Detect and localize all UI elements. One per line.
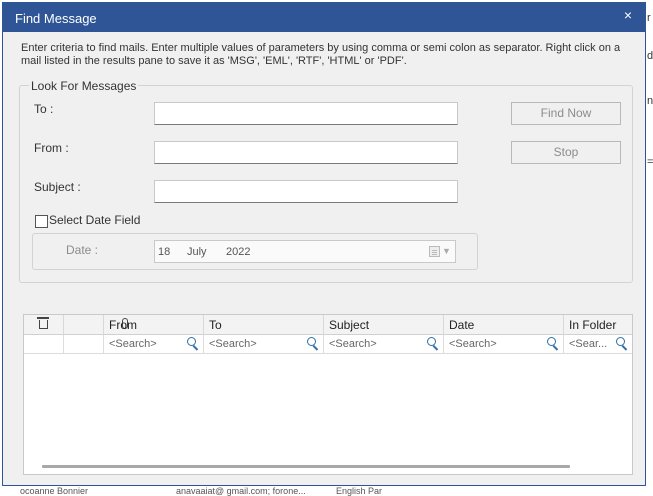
- subject-label: Subject :: [34, 180, 81, 194]
- search-date-input[interactable]: <Search>: [449, 338, 497, 350]
- from-input[interactable]: [154, 141, 458, 164]
- search-cell-empty: [24, 335, 64, 353]
- search-icon[interactable]: [616, 337, 625, 346]
- instructions-text: Enter criteria to find mails. Enter mult…: [21, 42, 621, 67]
- horizontal-scrollbar[interactable]: [42, 465, 570, 468]
- date-label: Date :: [66, 243, 99, 257]
- column-header-to[interactable]: To: [204, 315, 324, 335]
- subject-input[interactable]: [154, 180, 458, 203]
- calendar-icon[interactable]: [429, 246, 440, 257]
- date-day[interactable]: 18: [158, 246, 170, 258]
- trash-icon: [37, 317, 49, 329]
- search-subject-cell[interactable]: <Search>: [324, 335, 444, 353]
- to-label: To :: [34, 102, 54, 116]
- delete-column-header[interactable]: [24, 315, 64, 335]
- search-icon[interactable]: [307, 337, 316, 346]
- search-row: <Search> <Search> <Search> <Search> <Sea…: [24, 335, 632, 354]
- background-list-row: ocoanne Bonnier anavaaiat@ gmail.com; fo…: [0, 486, 653, 496]
- select-date-label[interactable]: Select Date Field: [49, 213, 140, 227]
- chevron-down-icon[interactable]: ▼: [442, 246, 451, 256]
- background-fragment: ocoanne Bonnier: [20, 486, 89, 496]
- background-fragment: d: [647, 50, 653, 62]
- search-subject-input[interactable]: <Search>: [329, 338, 377, 350]
- select-date-checkbox[interactable]: [35, 215, 48, 228]
- search-from-cell[interactable]: <Search>: [104, 335, 204, 353]
- stop-button[interactable]: Stop: [511, 141, 621, 164]
- background-window-edge: r d n =: [646, 0, 653, 486]
- grid-header: From To Subject Date In Folder: [24, 315, 632, 335]
- title-bar[interactable]: Find Message ×: [3, 3, 645, 32]
- find-message-dialog: Find Message × Enter criteria to find ma…: [2, 2, 646, 486]
- date-month[interactable]: July: [187, 246, 207, 258]
- attachment-column-header[interactable]: [64, 315, 128, 335]
- column-header-date[interactable]: Date: [444, 315, 564, 335]
- date-picker[interactable]: 18 July 2022 ▼: [154, 240, 456, 263]
- search-icon[interactable]: [547, 337, 556, 346]
- group-legend: Look For Messages: [29, 79, 139, 93]
- background-fragment: anavaaiat@ gmail.com; forone...: [176, 486, 306, 496]
- background-fragment: n: [647, 95, 653, 107]
- dialog-title: Find Message: [15, 11, 97, 26]
- search-date-cell[interactable]: <Search>: [444, 335, 564, 353]
- column-header-from[interactable]: From: [104, 315, 204, 335]
- background-fragment: r: [647, 12, 651, 24]
- results-grid[interactable]: From To Subject Date In Folder <Search> …: [23, 314, 633, 475]
- search-folder-input[interactable]: <Sear...: [569, 338, 607, 350]
- from-label: From :: [34, 141, 69, 155]
- find-now-button[interactable]: Find Now: [511, 102, 621, 125]
- search-icon[interactable]: [187, 337, 196, 346]
- search-folder-cell[interactable]: <Sear...: [564, 335, 632, 353]
- search-cell-empty: [64, 335, 104, 353]
- search-icon[interactable]: [427, 337, 436, 346]
- background-fragment: English Par: [336, 486, 383, 496]
- search-from-input[interactable]: <Search>: [109, 338, 157, 350]
- close-icon[interactable]: ×: [619, 6, 637, 24]
- to-input[interactable]: [154, 102, 458, 125]
- column-header-in-folder[interactable]: In Folder: [564, 315, 632, 335]
- column-header-subject[interactable]: Subject: [324, 315, 444, 335]
- date-year[interactable]: 2022: [226, 246, 250, 258]
- search-to-input[interactable]: <Search>: [209, 338, 257, 350]
- search-to-cell[interactable]: <Search>: [204, 335, 324, 353]
- background-fragment: =: [647, 156, 653, 168]
